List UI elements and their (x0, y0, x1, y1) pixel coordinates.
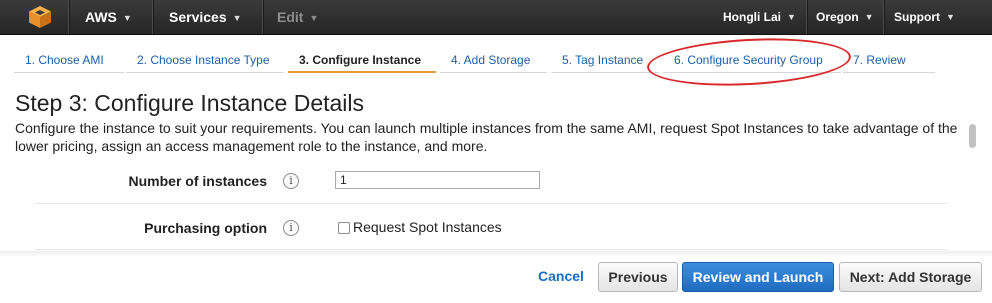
aws-menu[interactable]: AWS ▼ (85, 0, 132, 34)
user-menu-label: Hongli Lai (723, 10, 781, 24)
services-menu[interactable]: Services ▼ (169, 0, 242, 34)
aws-cube-logo-icon[interactable] (28, 5, 52, 29)
services-menu-label: Services (169, 9, 227, 25)
previous-button[interactable]: Previous (598, 262, 678, 292)
region-menu-label: Oregon (816, 10, 859, 24)
top-navigation-bar: AWS ▼ Services ▼ Edit ▼ Hongli Lai ▼ Oregon ▼… (0, 0, 992, 35)
chevron-down-icon: ▼ (309, 13, 319, 23)
nav-separator (152, 0, 153, 34)
info-icon[interactable]: i (283, 220, 299, 236)
nav-separator (262, 0, 263, 34)
page-description: Configure the instance to suit your requ… (15, 120, 958, 154)
tab-choose-ami[interactable]: 1. Choose AMI (14, 46, 124, 73)
cancel-button[interactable]: Cancel (533, 262, 589, 292)
content-scrollbar[interactable] (968, 120, 978, 255)
purchasing-option-label: Purchasing option (144, 220, 267, 236)
nav-separator (806, 0, 807, 34)
support-menu[interactable]: Support ▼ (894, 0, 955, 34)
tab-add-storage[interactable]: 4. Add Storage (440, 46, 547, 73)
request-spot-instances-checkbox[interactable] (338, 222, 350, 234)
row-divider (35, 249, 947, 250)
edit-menu-label: Edit (277, 9, 304, 25)
row-divider (35, 203, 947, 204)
scrollbar-thumb[interactable] (969, 124, 976, 148)
next-add-storage-button[interactable]: Next: Add Storage (839, 262, 982, 292)
request-spot-instances-label[interactable]: Request Spot Instances (353, 219, 502, 235)
edit-menu[interactable]: Edit ▼ (277, 0, 318, 34)
chevron-down-icon: ▼ (864, 12, 874, 22)
scroll-shadow (0, 251, 992, 257)
number-of-instances-input[interactable] (335, 171, 540, 189)
info-icon[interactable]: i (283, 173, 299, 189)
nav-separator (68, 0, 69, 34)
aws-menu-label: AWS (85, 9, 117, 25)
chevron-down-icon: ▼ (232, 13, 242, 23)
number-of-instances-label: Number of instances (128, 173, 267, 189)
region-menu[interactable]: Oregon ▼ (816, 0, 874, 34)
highlight-ellipse-annotation (645, 33, 853, 91)
support-menu-label: Support (894, 10, 940, 24)
nav-separator (883, 0, 884, 34)
chevron-down-icon: ▼ (122, 13, 132, 23)
chevron-down-icon: ▼ (946, 12, 955, 22)
tab-tag-instance[interactable]: 5. Tag Instance (551, 46, 659, 73)
page-title: Step 3: Configure Instance Details (15, 90, 365, 116)
chevron-down-icon: ▼ (787, 12, 796, 22)
user-menu[interactable]: Hongli Lai ▼ (723, 0, 796, 34)
tab-configure-instance[interactable]: 3. Configure Instance (288, 46, 436, 73)
tab-review[interactable]: 7. Review (843, 46, 935, 73)
tab-choose-instance-type[interactable]: 2. Choose Instance Type (126, 46, 284, 73)
review-and-launch-button[interactable]: Review and Launch (682, 262, 834, 292)
